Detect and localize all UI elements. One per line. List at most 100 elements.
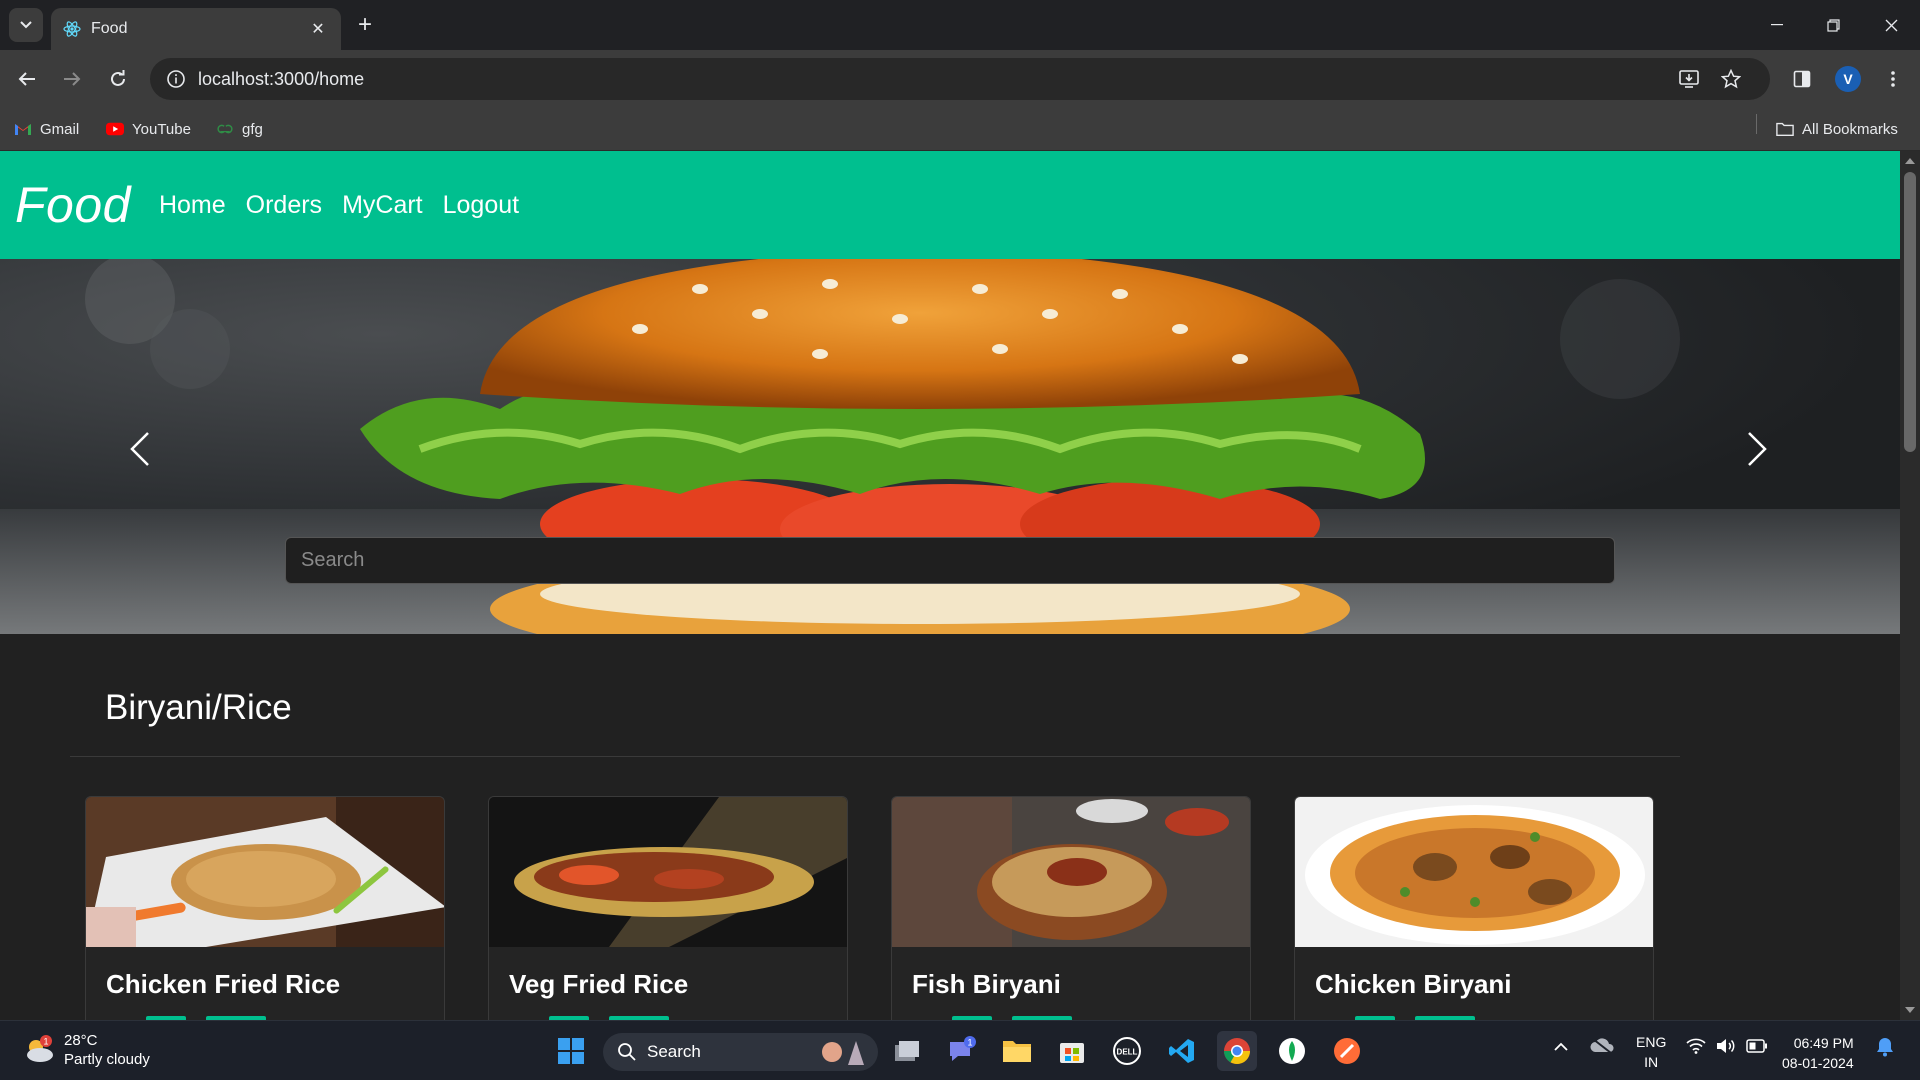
windows-logo-icon [558, 1038, 584, 1064]
bookmark-gfg[interactable]: gfg [216, 118, 263, 140]
chevron-right-icon [1748, 432, 1767, 466]
scroll-down-icon[interactable] [1904, 1004, 1916, 1016]
address-bar[interactable]: localhost:3000/home [150, 58, 1770, 100]
bookmark-label: gfg [242, 120, 263, 138]
arrow-left-icon [18, 72, 35, 86]
battery-icon[interactable] [1746, 1039, 1768, 1056]
react-icon [63, 20, 81, 38]
food-card[interactable]: Chicken Fried Rice [85, 796, 445, 1020]
clock-date: 08-01-2024 [1782, 1055, 1854, 1071]
svg-text:1: 1 [43, 1037, 48, 1047]
scrollbar-thumb[interactable] [1904, 172, 1916, 452]
navbar: Food Home Orders MyCart Logout [0, 151, 1900, 259]
bookmark-label: Gmail [40, 120, 80, 138]
bookmark-label: YouTube [132, 120, 191, 138]
tab-title: Food [91, 20, 128, 37]
dell-icon[interactable]: DELL [1107, 1031, 1147, 1071]
brand-logo[interactable]: Food [15, 176, 131, 234]
show-hidden-icons[interactable] [1553, 1039, 1569, 1055]
arrow-right-icon [64, 72, 81, 86]
vscode-icon[interactable] [1162, 1031, 1202, 1071]
chevron-down-icon [20, 21, 32, 29]
site-info-icon[interactable] [154, 58, 198, 100]
nav-link-orders[interactable]: Orders [246, 191, 322, 220]
bookmark-star-icon[interactable] [1716, 64, 1746, 94]
weather-desc: Partly cloudy [64, 1051, 150, 1068]
all-bookmarks-button[interactable]: All Bookmarks [1776, 118, 1898, 140]
search-input[interactable] [301, 549, 1614, 572]
url-text: localhost:3000/home [198, 68, 365, 89]
teams-chat-icon[interactable]: 1 [942, 1031, 982, 1071]
gfg-icon [216, 121, 234, 137]
start-button[interactable] [551, 1031, 591, 1071]
weather-widget[interactable]: 1 28°C Partly cloudy [22, 1031, 150, 1069]
taskbar-clock[interactable]: 06:49 PM 08-01-2024 [1782, 1033, 1854, 1073]
language-indicator[interactable]: ENG IN [1636, 1032, 1666, 1072]
scroll-up-icon[interactable] [1904, 155, 1916, 167]
reload-button[interactable] [103, 64, 133, 94]
food-card[interactable]: Chicken Biryani [1294, 796, 1654, 1020]
browser-toolbar: localhost:3000/home V [0, 50, 1920, 108]
youtube-icon [106, 121, 124, 137]
bookmarks-bar: Gmail YouTube gfg All Bookmarks [0, 108, 1920, 151]
section-title: Biryani/Rice [105, 688, 292, 727]
bookmark-gmail[interactable]: Gmail [14, 118, 79, 140]
forward-button[interactable] [57, 64, 87, 94]
search-highlight-icon [822, 1041, 864, 1065]
all-bookmarks-label: All Bookmarks [1802, 120, 1898, 138]
page-viewport: Food Home Orders MyCart Logout Search Bi… [0, 151, 1900, 1020]
close-tab-icon[interactable]: ✕ [307, 18, 329, 40]
volume-icon[interactable] [1716, 1038, 1736, 1057]
restore-icon [1826, 18, 1840, 32]
chevron-up-icon [1554, 1042, 1568, 1051]
taskbar-search[interactable]: Search [603, 1033, 878, 1071]
card-title: Fish Biryani [912, 969, 1061, 999]
side-panel-button[interactable] [1787, 64, 1817, 94]
minimize-button[interactable] [1762, 10, 1792, 40]
page-scrollbar[interactable] [1900, 151, 1920, 1020]
microsoft-store-icon[interactable] [1052, 1031, 1092, 1071]
hero-carousel [0, 259, 1900, 634]
food-image [489, 797, 847, 947]
task-view-icon[interactable] [887, 1031, 927, 1071]
close-window-button[interactable] [1876, 10, 1906, 40]
mongodb-compass-icon[interactable] [1272, 1031, 1312, 1071]
card-title: Veg Fried Rice [509, 969, 689, 999]
browser-menu-button[interactable] [1878, 64, 1908, 94]
browser-tab-food[interactable]: Food ✕ [51, 8, 341, 50]
carousel-prev-button[interactable] [115, 419, 165, 479]
food-image [86, 797, 444, 947]
back-button[interactable] [12, 64, 42, 94]
nav-link-logout[interactable]: Logout [443, 191, 519, 220]
food-image [1295, 797, 1653, 947]
chrome-icon[interactable] [1217, 1031, 1257, 1071]
food-card[interactable]: Fish Biryani [891, 796, 1251, 1020]
region-label: IN [1644, 1054, 1659, 1070]
nav-link-home[interactable]: Home [159, 191, 226, 220]
chevron-left-icon [130, 432, 149, 466]
gmail-icon [14, 121, 32, 137]
folder-icon [1776, 121, 1794, 137]
food-card[interactable]: Veg Fried Rice [488, 796, 848, 1020]
weather-temp: 28°C [64, 1032, 98, 1049]
install-app-icon[interactable] [1675, 64, 1705, 94]
onedrive-icon[interactable] [1590, 1038, 1614, 1057]
avatar: V [1835, 66, 1861, 92]
tab-search-button[interactable] [9, 8, 43, 42]
bookmarks-divider [1756, 114, 1757, 134]
search-icon [618, 1043, 636, 1061]
postman-icon[interactable] [1327, 1031, 1367, 1071]
file-explorer-icon[interactable] [997, 1031, 1037, 1071]
svg-text:1: 1 [967, 1038, 972, 1048]
browser-tab-strip: Food ✕ + [0, 0, 1920, 50]
nav-link-mycart[interactable]: MyCart [342, 191, 423, 220]
clock-time: 06:49 PM [1793, 1035, 1854, 1051]
card-title: Chicken Biryani [1315, 969, 1512, 999]
wifi-icon[interactable] [1686, 1038, 1706, 1057]
restore-button[interactable] [1818, 10, 1848, 40]
bookmark-youtube[interactable]: YouTube [106, 118, 191, 140]
profile-button[interactable]: V [1833, 64, 1863, 94]
notifications-bell-icon[interactable] [1876, 1037, 1894, 1060]
new-tab-button[interactable]: + [351, 11, 379, 39]
carousel-next-button[interactable] [1732, 419, 1782, 479]
